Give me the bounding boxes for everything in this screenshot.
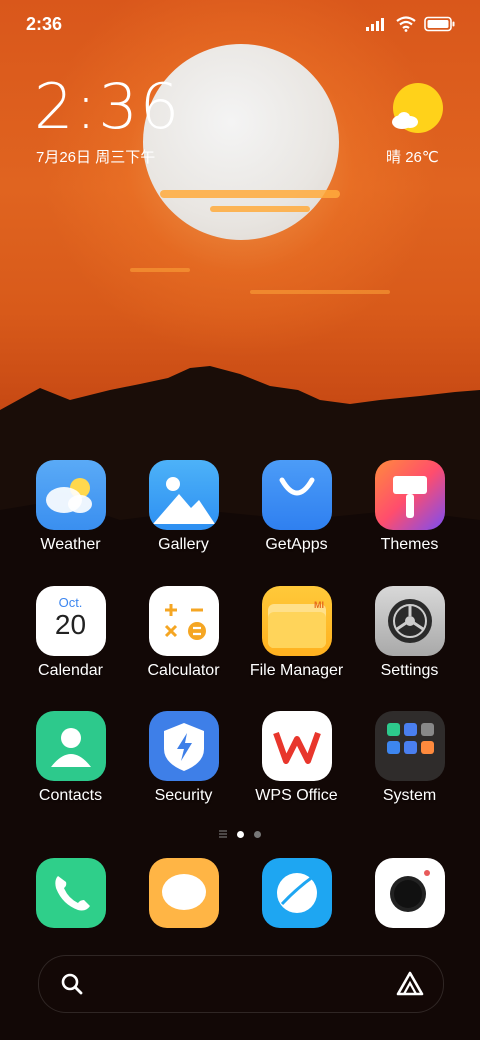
app-label: GetApps xyxy=(265,536,328,553)
app-system-folder[interactable]: System xyxy=(353,711,466,805)
app-file-manager[interactable]: MI File Manager xyxy=(240,586,353,680)
app-label: Calculator xyxy=(147,662,220,679)
status-time: 2:36 xyxy=(26,14,63,34)
app-label: Themes xyxy=(380,536,439,553)
browser-icon[interactable] xyxy=(262,858,332,928)
app-security[interactable]: Security xyxy=(127,711,240,805)
sunny-weather-icon[interactable] xyxy=(388,82,444,138)
app-label: Calendar xyxy=(38,662,103,679)
app-weather[interactable]: Weather xyxy=(14,460,127,554)
calendar-month: Oct. xyxy=(58,595,83,610)
search-icon[interactable] xyxy=(60,972,84,996)
security-app-icon xyxy=(148,711,219,781)
app-calendar[interactable]: Oct. 20 Calendar xyxy=(14,586,127,680)
messages-icon[interactable] xyxy=(149,858,219,928)
clock-widget-date: 7月26日 周三下午 xyxy=(36,149,156,166)
themes-app-icon xyxy=(374,460,445,530)
calendar-app-icon: Oct. 20 xyxy=(35,586,106,656)
app-gallery[interactable]: Gallery xyxy=(127,460,240,554)
page-dot xyxy=(254,830,261,838)
system-folder-icon xyxy=(374,711,445,781)
app-label: WPS Office xyxy=(255,787,338,804)
app-label: Settings xyxy=(380,662,439,679)
app-label: System xyxy=(382,787,437,804)
weather-app-icon xyxy=(35,460,106,530)
calendar-day: 20 xyxy=(54,609,87,640)
folder-app-icon: MI xyxy=(261,586,332,656)
phone-icon[interactable] xyxy=(36,858,106,928)
file-manager-badge: MI xyxy=(314,600,324,610)
status-bar: 2:36 xyxy=(0,0,480,50)
search-bar[interactable] xyxy=(38,955,444,1013)
settings-app-icon xyxy=(374,586,445,656)
assistant-icon[interactable] xyxy=(395,970,425,998)
gallery-app-icon xyxy=(148,460,219,530)
contacts-app-icon xyxy=(35,711,106,781)
clock-widget-time[interactable]: 2:36 xyxy=(34,76,181,138)
page-dot-active xyxy=(237,830,244,838)
getapps-app-icon xyxy=(261,460,332,530)
app-label: Security xyxy=(154,787,213,804)
cloud-streak xyxy=(130,268,190,272)
app-getapps[interactable]: GetApps xyxy=(240,460,353,554)
app-label: File Manager xyxy=(249,662,344,679)
weather-temperature: 26℃ xyxy=(405,149,439,166)
app-label: Contacts xyxy=(38,787,103,804)
weather-condition: 晴 xyxy=(386,149,402,166)
app-settings[interactable]: Settings xyxy=(353,586,466,680)
wps-office-app-icon xyxy=(261,711,332,781)
app-themes[interactable]: Themes xyxy=(353,460,466,554)
battery-icon xyxy=(424,16,455,32)
menu-lines-icon xyxy=(219,830,227,838)
cloud-streak xyxy=(250,290,390,294)
cloud-streak xyxy=(210,206,310,212)
app-contacts[interactable]: Contacts xyxy=(14,711,127,805)
calculator-app-icon xyxy=(148,586,219,656)
page-indicator[interactable] xyxy=(0,830,480,838)
app-wps-office[interactable]: WPS Office xyxy=(240,711,353,805)
app-label: Weather xyxy=(40,536,101,553)
app-calculator[interactable]: Calculator xyxy=(127,586,240,680)
cloud-streak xyxy=(160,190,340,198)
signal-icon xyxy=(366,18,384,31)
weather-widget-text: 晴 26℃ xyxy=(386,146,439,167)
status-icons xyxy=(366,16,456,32)
camera-icon[interactable] xyxy=(375,858,445,928)
app-label: Gallery xyxy=(158,536,209,553)
wifi-icon xyxy=(396,16,416,32)
